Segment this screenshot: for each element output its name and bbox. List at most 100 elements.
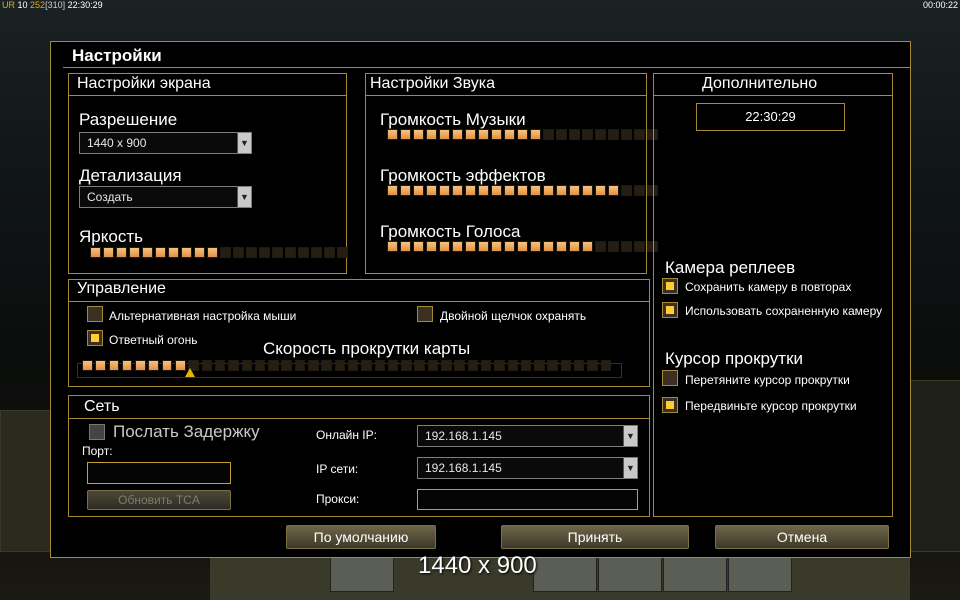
port-input[interactable] — [87, 462, 231, 484]
scroll-speed-slider[interactable] — [82, 360, 612, 371]
slider-segment[interactable] — [543, 241, 554, 252]
slider-segment[interactable] — [467, 360, 479, 371]
slider-segment[interactable] — [308, 360, 319, 371]
slider-segment[interactable] — [504, 241, 515, 252]
slider-segment[interactable] — [387, 129, 398, 140]
slider-segment[interactable] — [439, 185, 450, 196]
slider-segment[interactable] — [480, 360, 492, 371]
slider-segment[interactable] — [246, 247, 257, 258]
slider-segment[interactable] — [465, 129, 476, 140]
accept-button[interactable]: Принять — [501, 525, 689, 549]
slider-segment[interactable] — [387, 185, 398, 196]
build-thumbnail[interactable] — [533, 557, 597, 592]
chevron-down-icon[interactable]: ▼ — [237, 133, 251, 153]
slider-segment[interactable] — [413, 241, 424, 252]
slider-segment[interactable] — [556, 185, 567, 196]
slider-segment[interactable] — [324, 247, 335, 258]
alt-mouse-checkbox[interactable] — [87, 306, 103, 322]
slider-segment[interactable] — [321, 360, 332, 371]
save-camera-checkbox[interactable] — [662, 278, 678, 294]
slider-segment[interactable] — [543, 129, 554, 140]
slider-segment[interactable] — [454, 360, 465, 371]
slider-segment[interactable] — [214, 360, 226, 371]
slider-segment[interactable] — [517, 185, 528, 196]
slider-segment[interactable] — [478, 185, 489, 196]
slider-segment[interactable] — [507, 360, 518, 371]
slider-segment[interactable] — [413, 185, 424, 196]
effects-volume-slider[interactable] — [387, 185, 658, 196]
slider-segment[interactable] — [334, 360, 346, 371]
slider-segment[interactable] — [569, 185, 580, 196]
move-cursor-checkbox[interactable] — [662, 397, 678, 413]
slider-segment[interactable] — [608, 185, 619, 196]
slider-segment[interactable] — [452, 241, 463, 252]
slider-segment[interactable] — [634, 241, 645, 252]
slider-segment[interactable] — [543, 185, 554, 196]
lan-ip-select[interactable]: 192.168.1.145 ▼ — [417, 457, 638, 479]
slider-segment[interactable] — [254, 360, 266, 371]
defaults-button[interactable]: По умолчанию — [286, 525, 436, 549]
slider-segment[interactable] — [142, 247, 153, 258]
chevron-down-icon[interactable]: ▼ — [623, 458, 637, 478]
slider-segment[interactable] — [108, 360, 120, 371]
slider-segment[interactable] — [272, 247, 283, 258]
slider-segment[interactable] — [426, 241, 437, 252]
slider-segment[interactable] — [634, 129, 645, 140]
slider-segment[interactable] — [414, 360, 425, 371]
slider-segment[interactable] — [194, 247, 205, 258]
slider-segment[interactable] — [556, 241, 567, 252]
voice-volume-slider[interactable] — [387, 241, 658, 252]
use-saved-camera-checkbox[interactable] — [662, 302, 678, 318]
return-fire-checkbox[interactable] — [87, 330, 103, 346]
slider-segment[interactable] — [573, 360, 585, 371]
refresh-tca-button[interactable]: Обновить TCA — [87, 490, 231, 510]
slider-segment[interactable] — [439, 129, 450, 140]
slider-segment[interactable] — [82, 360, 93, 371]
slider-segment[interactable] — [337, 247, 348, 258]
slider-segment[interactable] — [116, 247, 127, 258]
chevron-down-icon[interactable]: ▼ — [623, 426, 637, 446]
slider-segment[interactable] — [441, 360, 452, 371]
slider-segment[interactable] — [621, 129, 632, 140]
slider-segment[interactable] — [534, 360, 545, 371]
slider-segment[interactable] — [259, 247, 270, 258]
slider-segment[interactable] — [439, 241, 450, 252]
slider-segment[interactable] — [582, 185, 593, 196]
slider-segment[interactable] — [520, 360, 532, 371]
slider-segment[interactable] — [595, 129, 606, 140]
slider-segment[interactable] — [241, 360, 253, 371]
slider-segment[interactable] — [233, 247, 244, 258]
build-thumbnail[interactable] — [598, 557, 662, 592]
build-thumbnail[interactable] — [330, 557, 394, 592]
slider-segment[interactable] — [587, 360, 598, 371]
slider-segment[interactable] — [103, 247, 114, 258]
slider-segment[interactable] — [494, 360, 505, 371]
slider-segment[interactable] — [347, 360, 359, 371]
slider-segment[interactable] — [228, 360, 239, 371]
slider-segment[interactable] — [401, 360, 412, 371]
slider-segment[interactable] — [400, 129, 411, 140]
slider-segment[interactable] — [294, 360, 306, 371]
slider-segment[interactable] — [504, 129, 515, 140]
detail-select[interactable]: Создать ▼ — [79, 186, 252, 208]
slider-segment[interactable] — [374, 360, 386, 371]
slider-segment[interactable] — [504, 185, 515, 196]
slider-segment[interactable] — [634, 185, 645, 196]
slider-segment[interactable] — [582, 129, 593, 140]
slider-segment[interactable] — [298, 247, 309, 258]
slider-segment[interactable] — [121, 360, 133, 371]
resolution-select[interactable]: 1440 x 900 ▼ — [79, 132, 252, 154]
cancel-button[interactable]: Отмена — [715, 525, 889, 549]
slider-segment[interactable] — [427, 360, 439, 371]
slider-segment[interactable] — [621, 241, 632, 252]
slider-segment[interactable] — [517, 129, 528, 140]
slider-segment[interactable] — [556, 129, 567, 140]
slider-segment[interactable] — [465, 185, 476, 196]
slider-segment[interactable] — [465, 241, 476, 252]
slider-segment[interactable] — [281, 360, 292, 371]
slider-segment[interactable] — [426, 185, 437, 196]
slider-segment[interactable] — [478, 129, 489, 140]
slider-segment[interactable] — [161, 360, 173, 371]
slider-segment[interactable] — [413, 129, 424, 140]
slider-segment[interactable] — [595, 185, 606, 196]
